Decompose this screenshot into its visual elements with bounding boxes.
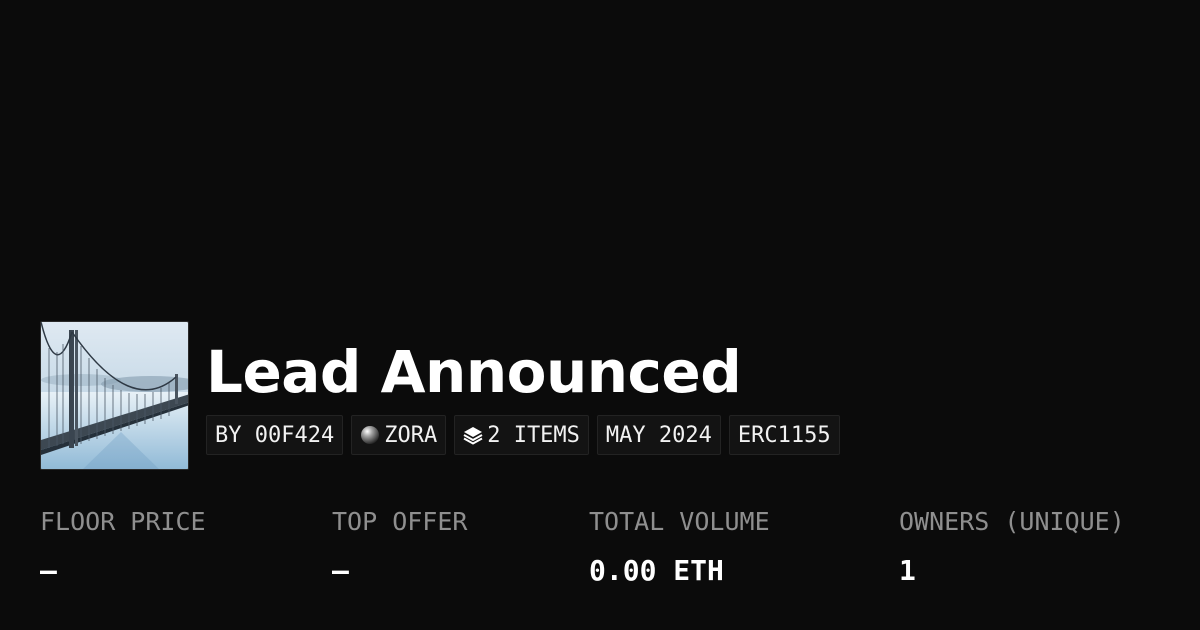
items-badge[interactable]: 2 ITEMS (454, 415, 589, 455)
collection-title: Lead Announced (206, 338, 742, 406)
owners-label: OWNERS (UNIQUE) (899, 507, 1125, 536)
date-badge: MAY 2024 (596, 415, 721, 455)
top-offer-label: TOP OFFER (332, 507, 468, 536)
collection-thumbnail (40, 321, 189, 470)
standard-badge: ERC1155 (728, 415, 840, 455)
floor-price-stat: FLOOR PRICE – (40, 506, 206, 587)
top-offer-value: – (332, 554, 349, 587)
floor-price-label: FLOOR PRICE (40, 507, 206, 536)
network-badge[interactable]: ZORA (351, 415, 447, 455)
top-offer-stat: TOP OFFER – (332, 506, 467, 587)
date-label: MAY 2024 (605, 422, 712, 448)
layers-icon (463, 425, 483, 445)
owners-stat: OWNERS (UNIQUE) 1 (899, 506, 1125, 587)
owners-value: 1 (899, 554, 916, 587)
total-volume-stat: TOTAL VOLUME 0.00 ETH (589, 506, 770, 587)
creator-label: BY 00F424 (215, 422, 335, 448)
creator-badge[interactable]: BY 00F424 (206, 415, 344, 455)
items-label: 2 ITEMS (487, 422, 580, 448)
zora-orb-icon (360, 425, 380, 445)
standard-label: ERC1155 (737, 422, 831, 448)
network-label: ZORA (384, 422, 438, 448)
total-volume-label: TOTAL VOLUME (589, 507, 770, 536)
total-volume-value: 0.00 ETH (589, 554, 724, 587)
bridge-in-fog-image (41, 322, 188, 469)
floor-price-value: – (40, 554, 57, 587)
collection-badges: BY 00F424 ZORA 2 ITEMS MAY 2024 ERC1155 (206, 415, 840, 455)
